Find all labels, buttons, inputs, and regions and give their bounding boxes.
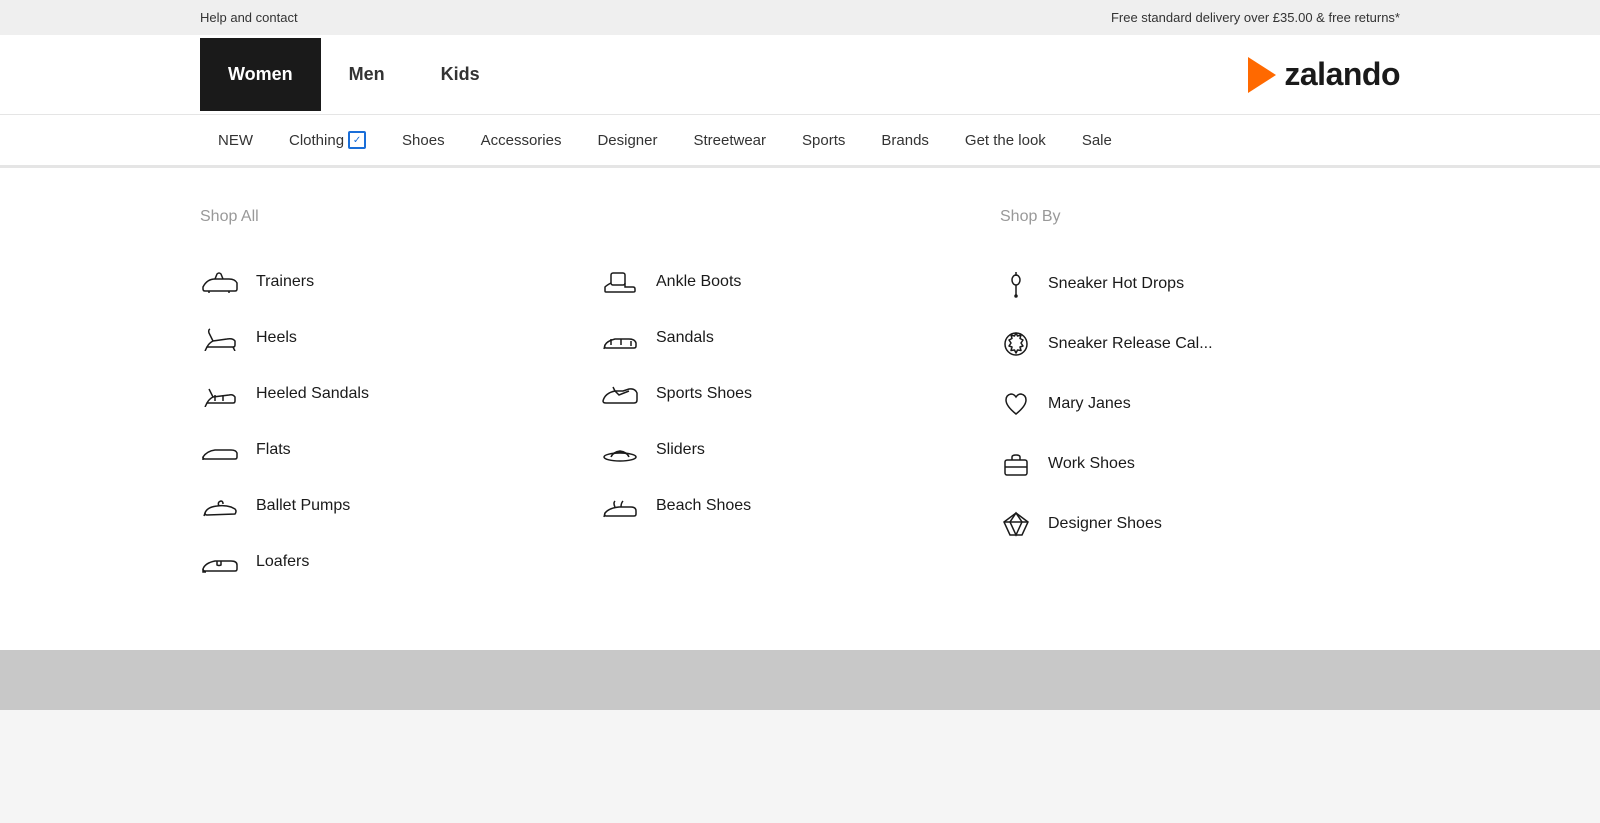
ballet-pumps-label: Ballet Pumps [256, 497, 350, 515]
cat-shoes[interactable]: Shoes [384, 116, 463, 165]
list-item-sports-shoes[interactable]: Sports Shoes [600, 366, 1000, 422]
shop-by-sneaker-hot-drops[interactable]: Sneaker Hot Drops [1000, 254, 1400, 314]
cat-sale[interactable]: Sale [1064, 116, 1130, 165]
list-item-flats[interactable]: Flats [200, 422, 600, 478]
work-shoes-label: Work Shoes [1048, 455, 1135, 473]
sliders-label: Sliders [656, 441, 705, 459]
heeled-sandals-icon [200, 380, 240, 408]
cat-sports[interactable]: Sports [784, 116, 863, 165]
cat-brands[interactable]: Brands [863, 116, 947, 165]
shop-by-work-shoes[interactable]: Work Shoes [1000, 434, 1400, 494]
left-shoe-list: Trainers Heels [200, 254, 600, 590]
cat-clothing[interactable]: Clothing ✓ [271, 115, 384, 165]
cat-new[interactable]: NEW [200, 116, 271, 165]
briefcase-icon [1000, 448, 1032, 480]
help-contact-link[interactable]: Help and contact [200, 10, 298, 25]
shop-by-title: Shop By [1000, 208, 1400, 226]
list-item-trainers[interactable]: Trainers [200, 254, 600, 310]
cat-get-the-look[interactable]: Get the look [947, 116, 1064, 165]
sneaker-release-cal-label: Sneaker Release Cal... [1048, 335, 1213, 353]
clothing-dropdown-btn[interactable]: ✓ [348, 131, 366, 149]
sneaker-hot-drops-label: Sneaker Hot Drops [1048, 275, 1184, 293]
ankle-boots-icon [600, 268, 640, 296]
sports-shoes-icon [600, 380, 640, 408]
sandals-icon [600, 324, 640, 352]
flats-icon [200, 436, 240, 464]
list-item-ballet-pumps[interactable]: Ballet Pumps [200, 478, 600, 534]
flats-label: Flats [256, 441, 291, 459]
list-item-ankle-boots[interactable]: Ankle Boots [600, 254, 1000, 310]
cat-accessories[interactable]: Accessories [463, 116, 580, 165]
header: Women Men Kids zalando [0, 35, 1600, 115]
ankle-boots-label: Ankle Boots [656, 273, 741, 291]
shop-all-column: Shop All Trainers [200, 208, 600, 590]
shop-by-column: Shop By Sneaker Hot Drops Snea [1000, 208, 1400, 590]
shop-all-title: Shop All [200, 208, 600, 226]
tab-kids[interactable]: Kids [413, 38, 508, 111]
top-banner: Help and contact Free standard delivery … [0, 0, 1600, 35]
badge-icon [1000, 328, 1032, 360]
list-item-heeled-sandals[interactable]: Heeled Sandals [200, 366, 600, 422]
list-item-heels[interactable]: Heels [200, 310, 600, 366]
bottom-strip [0, 650, 1600, 710]
tab-men[interactable]: Men [321, 38, 413, 111]
heels-icon [200, 324, 240, 352]
trainers-icon [200, 268, 240, 296]
main-nav-tabs: Women Men Kids [200, 38, 508, 111]
delivery-text: Free standard delivery over £35.00 & fre… [1111, 10, 1400, 25]
heeled-sandals-label: Heeled Sandals [256, 385, 369, 403]
zalando-triangle-icon [1248, 57, 1276, 93]
list-item-loafers[interactable]: Loafers [200, 534, 600, 590]
shop-by-designer-shoes[interactable]: Designer Shoes [1000, 494, 1400, 554]
mid-shoe-list: Ankle Boots Sandals [600, 254, 1000, 534]
beach-shoes-label: Beach Shoes [656, 497, 751, 515]
list-item-sliders[interactable]: Sliders [600, 422, 1000, 478]
heart-icon [1000, 388, 1032, 420]
mid-column: Shop All Ankle Boots [600, 208, 1000, 590]
loafers-label: Loafers [256, 553, 309, 571]
tab-women[interactable]: Women [200, 38, 321, 111]
zalando-logo-text[interactable]: zalando [1284, 56, 1400, 93]
mary-janes-label: Mary Janes [1048, 395, 1131, 413]
sports-shoes-label: Sports Shoes [656, 385, 752, 403]
trainers-label: Trainers [256, 273, 314, 291]
shop-by-sneaker-release-cal[interactable]: Sneaker Release Cal... [1000, 314, 1400, 374]
sandals-label: Sandals [656, 329, 714, 347]
list-item-beach-shoes[interactable]: Beach Shoes [600, 478, 1000, 534]
heels-label: Heels [256, 329, 297, 347]
pin-icon [1000, 268, 1032, 300]
diamond-icon [1000, 508, 1032, 540]
cat-streetwear[interactable]: Streetwear [675, 116, 784, 165]
dropdown-panel: Shop All Trainers [0, 167, 1600, 650]
beach-shoes-icon [600, 492, 640, 520]
logo-area: zalando [1248, 56, 1400, 93]
shop-by-mary-janes[interactable]: Mary Janes [1000, 374, 1400, 434]
sliders-icon [600, 436, 640, 464]
ballet-pumps-icon [200, 492, 240, 520]
loafers-icon [200, 548, 240, 576]
category-nav: NEW Clothing ✓ Shoes Accessories Designe… [0, 115, 1600, 167]
cat-designer[interactable]: Designer [579, 116, 675, 165]
list-item-sandals[interactable]: Sandals [600, 310, 1000, 366]
designer-shoes-label: Designer Shoes [1048, 515, 1162, 533]
